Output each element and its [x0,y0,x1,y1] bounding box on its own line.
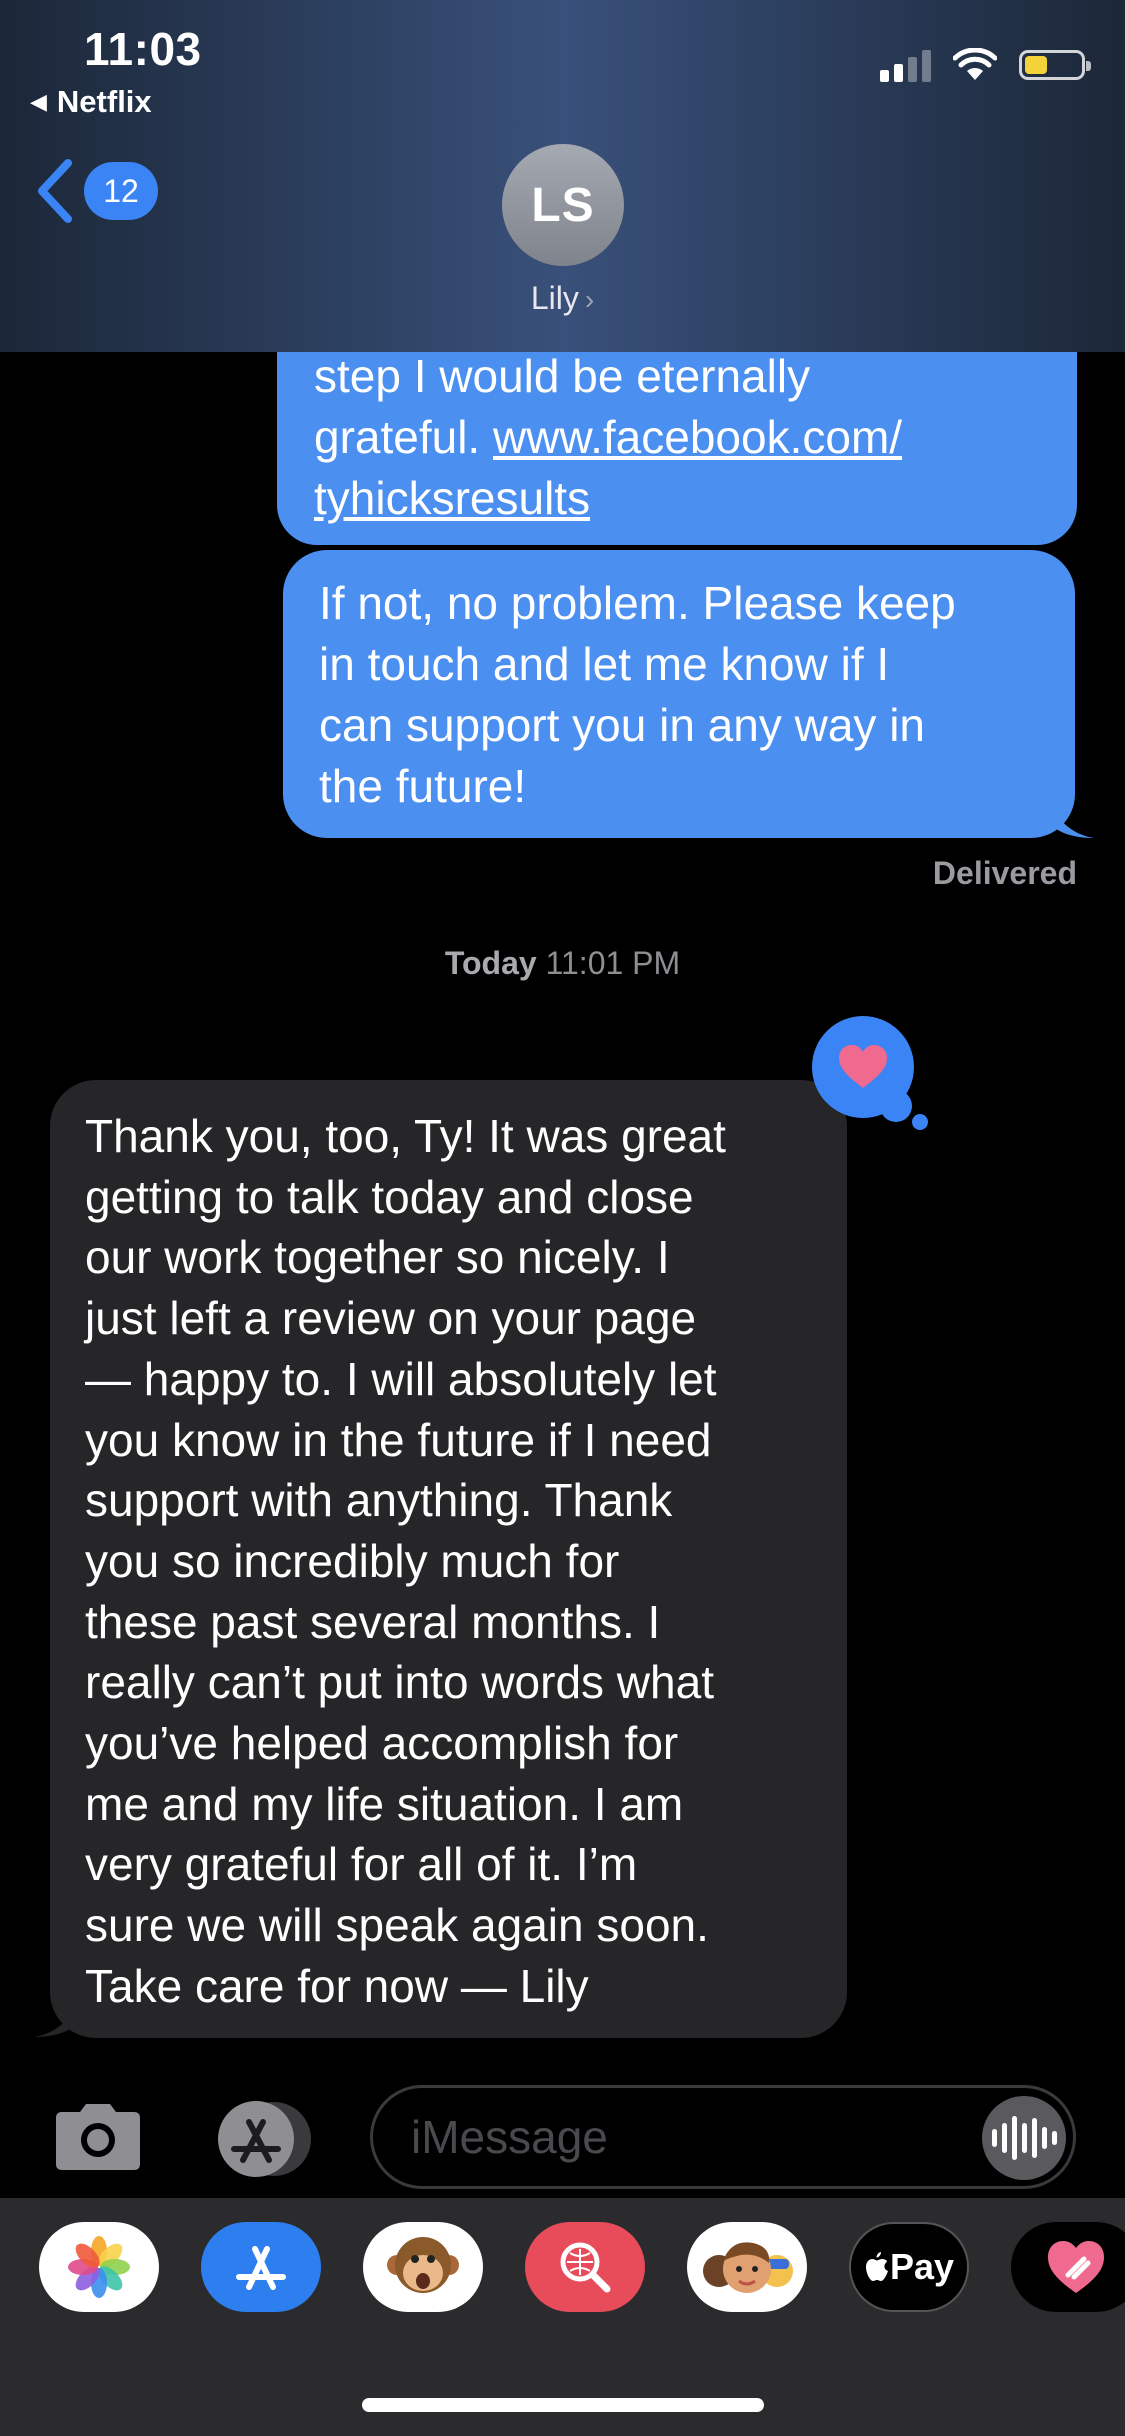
imessage-app-drawer: Pay [0,2198,1125,2436]
timestamp-time: 11:01 PM [545,945,681,981]
back-app-label: Netflix [56,84,152,119]
tapback-tail-dot [880,1090,912,1122]
incoming-message-bubble[interactable]: Thank you, too, Ty! It was great getting… [50,1080,847,2038]
message-line: — happy to. I will absolutely let [85,1352,717,1405]
apple-pay-app-button[interactable]: Pay [849,2222,969,2312]
message-text: grateful. [314,411,493,463]
imessage-input[interactable]: iMessage [370,2085,1076,2189]
contact-name-button[interactable]: Lily › [0,280,1125,317]
app-store-icon [236,2246,286,2290]
delivered-status: Delivered [932,855,1077,891]
camera-icon[interactable] [50,2100,146,2172]
battery-icon [1019,50,1091,80]
contact-avatar[interactable]: LS [502,144,624,266]
message-line: Take care for now — Lily [85,1959,589,2012]
status-time: 11:03 [84,23,202,75]
message-line: If not, no problem. Please keep [319,577,956,629]
images-search-app-button[interactable] [525,2222,645,2312]
animoji-app-button[interactable] [363,2222,483,2312]
message-line: support with anything. Thank [85,1474,673,1527]
message-line: the future! [319,760,527,812]
message-line: just left a review on your page [85,1292,697,1345]
tapback-tail-dot [912,1114,928,1130]
memoji-app-button[interactable] [687,2222,807,2312]
audio-message-button[interactable] [982,2096,1066,2180]
message-line: me and my life situation. I am [85,1777,684,1830]
message-line: in touch and let me know if I [319,638,890,690]
wifi-icon [953,48,997,80]
chevron-left-icon [38,159,72,223]
unread-count-badge: 12 [84,162,158,220]
timestamp-day: Today [444,945,537,981]
outgoing-bubble-tail [1050,796,1094,838]
chevron-right-icon: › [584,284,595,315]
photos-app-button[interactable] [39,2222,159,2312]
cellular-signal-icon [880,48,931,82]
back-triangle-icon: ◀ [30,89,47,114]
animoji-icon [387,2237,459,2293]
contact-name: Lily [530,280,579,316]
home-indicator[interactable] [362,2398,764,2412]
app-store-button-icon[interactable] [208,2098,318,2180]
message-timestamp: Today 11:01 PM [0,945,1125,982]
app-store-app-button[interactable] [201,2222,321,2312]
message-line: Thank you, too, Ty! It was great [85,1110,726,1162]
message-line: these past several months. I [85,1595,661,1648]
apple-logo-icon [865,2252,888,2281]
back-button[interactable]: 12 [34,158,158,224]
status-indicators [880,48,1091,82]
heart-icon [839,1045,887,1088]
memoji-icon [703,2242,793,2293]
message-line: can support you in any way in [319,699,926,751]
images-search-icon [560,2242,611,2293]
conversation-header: 11:03 ◀ Netflix 12 LS Lily › [0,0,1125,352]
message-line: sure we will speak again soon. [85,1899,709,1952]
facebook-link[interactable]: www.facebook.com/ [493,411,902,463]
facebook-link-continued[interactable]: tyhicksresults [314,472,590,524]
message-line: step I would be eternally [314,350,811,402]
back-to-app-link[interactable]: ◀ Netflix [30,84,152,120]
message-line: very grateful for all of it. I’m [85,1838,638,1891]
message-line: tyhicksresults [314,468,1037,529]
digital-touch-app-button[interactable] [1011,2222,1125,2312]
message-line: our work together so nicely. I [85,1231,670,1284]
message-line: you know in the future if I need [85,1413,712,1466]
photos-icon [68,2236,130,2298]
message-line: getting to talk today and close [85,1170,694,1223]
outgoing-message-bubble[interactable]: If not, no problem. Please keep in touch… [283,550,1075,838]
digital-touch-icon [1048,2241,1104,2293]
message-line: you’ve helped accomplish for [85,1717,679,1770]
apple-pay-label: Pay [889,2246,955,2287]
incoming-bubble-tail [34,1995,78,2037]
compose-bar: iMessage [0,2058,1125,2198]
message-line: really can’t put into words what [85,1656,714,1709]
message-line: grateful. www.facebook.com/ [314,407,1037,468]
message-line: you so incredibly much for [85,1534,620,1587]
